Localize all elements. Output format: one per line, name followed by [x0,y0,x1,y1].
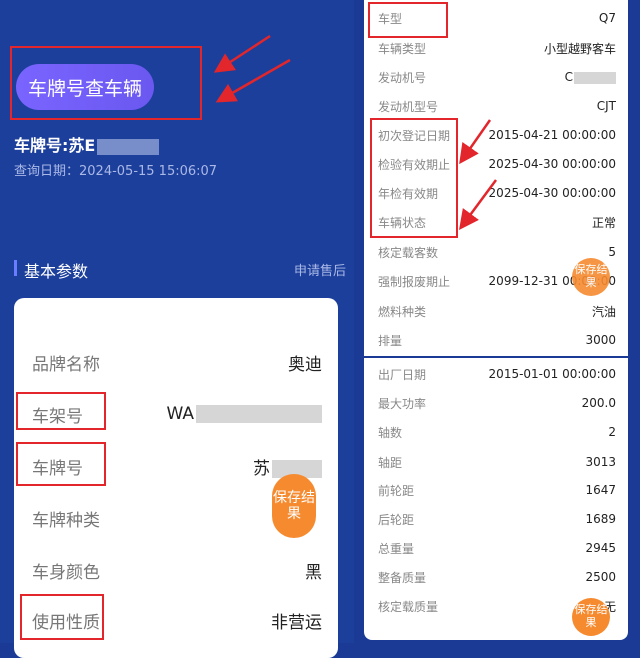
param-label: 车牌种类 [32,510,100,531]
spec-row: 后轮距 1689 [378,505,616,533]
info-label: 发动机号 [378,70,427,85]
info-label: 强制报废期止 [378,274,451,289]
vehicle-spec-card: 出厂日期 2015-01-01 00:00:00 最大功率 200.0 轴数 2 轴距… [364,358,628,640]
info-label: 车辆类型 [378,41,427,56]
info-row: 发动机号 C [378,63,616,91]
info-row: 发动机型号 CJT [378,92,616,120]
spec-row: 轴距 3013 [378,448,616,476]
info-value: 汽油 [591,304,616,319]
spec-value: 200.0 [581,396,616,410]
spec-row: 出厂日期 2015-01-01 00:00:00 [378,360,616,388]
info-label: 燃料种类 [378,304,427,319]
save-result-button[interactable]: 保存结果 [572,258,610,296]
spec-label: 出厂日期 [378,367,427,382]
info-value: 小型越野客车 [543,41,616,56]
spec-label: 总重量 [378,541,415,556]
left-panel: 车牌号查车辆 车牌号:苏E 查询日期：2024-05-15 15:06:07 基… [0,0,354,658]
spec-value: 1647 [585,483,616,497]
info-value: CJT [596,99,616,113]
save-result-button[interactable]: 保存结果 [272,474,316,538]
info-value: 正常 [591,215,616,230]
spec-label: 核定载质量 [378,599,439,614]
highlight-box [16,442,106,486]
spec-value: 1689 [585,512,616,526]
spec-row: 总重量 2945 [378,534,616,562]
spec-value: 2 [608,425,616,439]
spec-label: 整备质量 [378,570,427,585]
after-sale-link[interactable]: 申请售后 [294,260,346,279]
param-value: 奥迪 [288,354,322,375]
spec-label: 轴距 [378,455,403,470]
param-row: 品牌名称 奥迪 [32,342,322,382]
spec-row: 最大功率 200.0 [378,389,616,417]
info-label: 发动机型号 [378,99,439,114]
spec-row: 整备质量 2500 [378,563,616,591]
spec-row: 前轮距 1647 [378,476,616,504]
spec-label: 最大功率 [378,396,427,411]
info-label: 核定载客数 [378,245,439,260]
blurred-plate [97,138,160,155]
info-value: 2025-04-30 00:00:00 [488,157,616,171]
param-value: 黑 [305,562,322,583]
param-row: 车身颜色 黑 [32,550,322,590]
param-value: 非营运 [271,612,322,633]
highlight-box [10,46,202,120]
info-value: C [565,70,616,84]
highlight-box [370,118,458,238]
plate-title: 车牌号:苏E [14,132,160,156]
section-title: 基本参数 [24,262,89,281]
spec-value: 2015-01-01 00:00:00 [488,367,616,381]
info-value: 3000 [585,333,616,347]
info-value: 5 [608,245,616,259]
info-value: 2015-04-21 00:00:00 [488,128,616,142]
param-value-text: 苏 [253,458,270,479]
blurred-engine-number [574,71,616,84]
plate-title-text: 车牌号:苏E [14,136,96,155]
spec-label: 后轮距 [378,512,415,527]
info-label: 排量 [378,333,403,348]
query-date: 查询日期：2024-05-15 15:06:07 [14,164,218,179]
spec-row: 轴数 2 [378,418,616,446]
param-value: WA [166,404,322,424]
info-row: 燃料种类 汽油 [378,297,616,325]
highlight-box [20,594,104,640]
info-row: 车辆类型 小型越野客车 [378,34,616,62]
info-value: Q7 [598,11,616,25]
param-label: 车身颜色 [32,562,100,583]
info-row: 排量 3000 [378,326,616,354]
spec-label: 前轮距 [378,483,415,498]
param-label: 品牌名称 [32,354,100,375]
spec-value: 2945 [585,541,616,555]
blurred-vin [196,405,322,423]
highlight-box [368,2,448,38]
highlight-box [16,392,106,430]
save-result-button[interactable]: 保存结果 [572,598,610,636]
info-value-text: C [564,70,573,84]
section-marker [14,260,17,276]
spec-value: 3013 [585,455,616,469]
spec-label: 轴数 [378,425,403,440]
spec-value: 2500 [585,570,616,584]
info-value: 2025-04-30 00:00:00 [488,186,616,200]
param-value-text: WA [166,404,194,424]
